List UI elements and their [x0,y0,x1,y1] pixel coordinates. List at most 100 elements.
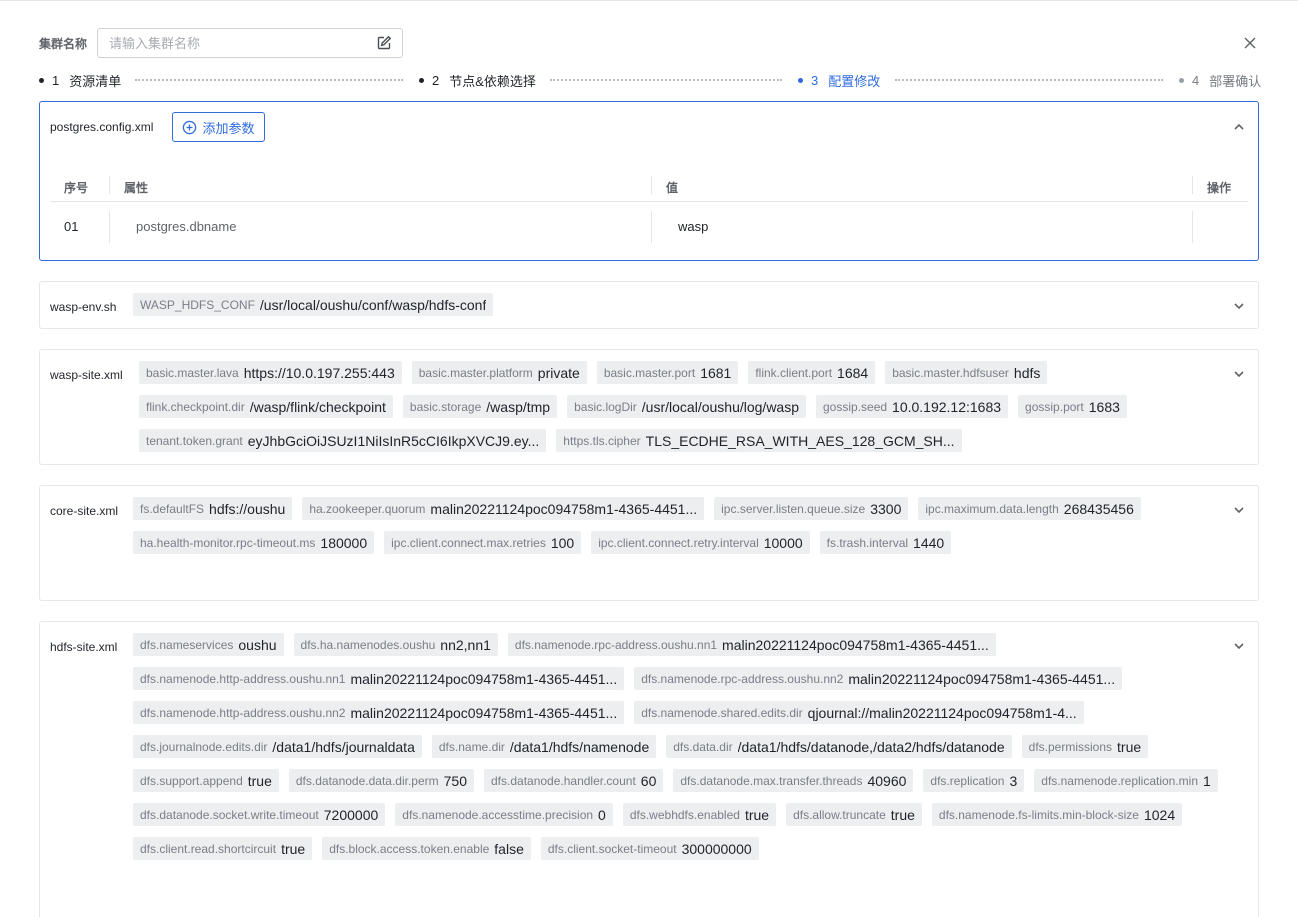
param-value: malin20221124poc094758m1-4365-4451... [350,704,618,721]
param-key: dfs.datanode.data.dir.perm [295,773,439,788]
param-value: eyJhbGciOiJSUzI1NiIsInR5cCI6IkpXVCJ9.ey.… [247,432,540,449]
param-chip[interactable]: dfs.journalnode.edits.dir/data1/hdfs/jou… [133,735,422,758]
param-chip[interactable]: dfs.ha.namenodes.oushu nn2,nn1 [293,633,498,656]
param-chip[interactable]: ha.zookeeper.quorum malin20221124poc09475… [302,497,705,520]
param-chip[interactable]: dfs.datanode.socket.write.timeout 7200000 [133,803,386,826]
param-value: 10000 [763,534,803,551]
param-chip[interactable]: flink.checkpoint.dir/wasp/flink/checkpoi… [139,395,393,418]
param-chip[interactable]: WASP_HDFS_CONF/usr/local/oushu/conf/wasp… [133,293,494,316]
cluster-name-input[interactable] [98,29,368,57]
param-chip[interactable]: dfs.support.append true [133,769,279,792]
param-value: 0 [598,806,606,823]
param-chip[interactable]: fs.trash.interval 1440 [819,531,952,554]
param-value: malin20221124poc094758m1-4365-4451... [722,636,989,653]
param-chip[interactable]: dfs.namenode.replication.min 1 [1034,769,1218,792]
panel-title: wasp-env.sh [50,300,117,314]
table-header: 序号 属性 值 操作 [50,168,1248,202]
chevron-down-icon[interactable] [1232,299,1246,313]
panel-title: hdfs-site.xml [50,640,118,654]
param-value: hdfs [1013,364,1041,381]
step-1[interactable]: 1 资源清单 [39,70,121,90]
value-cell[interactable]: wasp [678,219,708,234]
param-chip[interactable]: basic.storage/wasp/tmp [402,395,558,418]
param-chip[interactable]: ipc.server.listen.queue.size 3300 [714,497,909,520]
param-chip[interactable]: basic.master.platform private [411,361,587,384]
chevron-up-icon[interactable] [1232,120,1246,134]
param-chip[interactable]: dfs.client.read.shortcircuit true [133,837,313,860]
param-value: true [247,772,272,789]
param-chip[interactable]: basic.logDir/usr/local/oushu/log/wasp [567,395,806,418]
step-dot [798,77,803,83]
param-value: qjournal://malin20221124poc094758m1-4... [807,704,1077,721]
param-chip[interactable]: tenant.token.grant eyJhbGciOiJSUzI1NiIsIn… [139,429,547,452]
param-key: dfs.datanode.handler.count [491,773,636,788]
param-chip[interactable]: gossip.port 1683 [1018,395,1127,418]
param-chip[interactable]: dfs.namenode.http-address.oushu.nn1 malin… [133,667,625,690]
step-dot [419,77,424,83]
param-chip[interactable]: dfs.namenode.rpc-address.oushu.nn2 malin2… [634,667,1123,690]
param-chip[interactable]: dfs.datanode.handler.count 60 [484,769,664,792]
param-chip[interactable]: dfs.namenode.accesstime.precision 0 [395,803,613,826]
param-chip[interactable]: ha.health-monitor.rpc-timeout.ms 180000 [133,531,375,554]
param-chip[interactable]: basic.master.lava https://10.0.197.255:44… [139,361,402,384]
param-chip[interactable]: https.tls.cipher TLS_ECDHE_RSA_WITH_AES_1… [556,429,962,452]
edit-icon[interactable] [376,35,392,51]
column-value: 值 [666,181,679,195]
param-value: 1681 [700,364,732,381]
chevron-down-icon[interactable] [1232,503,1246,517]
param-key: dfs.replication [930,773,1005,788]
param-key: dfs.support.append [140,773,243,788]
add-parameter-button[interactable]: 添加参数 [172,112,265,142]
param-value: 3300 [870,500,902,517]
param-chip[interactable]: ipc.maximum.data.length 268435456 [918,497,1141,520]
param-chip[interactable]: ipc.client.connect.max.retries 100 [384,531,582,554]
column-divider [109,176,110,194]
property-cell[interactable]: postgres.dbname [136,219,236,234]
param-chip[interactable]: dfs.replication 3 [923,769,1025,792]
param-chip[interactable]: dfs.namenode.shared.edits.dir qjournal://… [634,701,1084,724]
param-chip[interactable]: dfs.namenode.rpc-address.oushu.nn1 malin2… [507,633,996,656]
param-value: TLS_ECDHE_RSA_WITH_AES_128_GCM_SH... [645,432,955,449]
cell-divider [109,211,110,243]
param-value: 1440 [913,534,945,551]
param-chip[interactable]: dfs.namenode.http-address.oushu.nn2 malin… [133,701,625,724]
param-chip[interactable]: flink.client.port 1684 [748,361,876,384]
param-key: tenant.token.grant [146,433,243,448]
param-chip[interactable]: basic.master.hdfsuser hdfs [885,361,1048,384]
top-divider [0,0,1298,1]
param-chip[interactable]: dfs.datanode.data.dir.perm 750 [288,769,474,792]
param-chip[interactable]: gossip.seed 10.0.192.12:1683 [816,395,1009,418]
param-chip[interactable]: dfs.webhdfs.enabled true [622,803,777,826]
panel-title: core-site.xml [50,504,119,518]
wasp-env-panel: wasp-env.sh WASP_HDFS_CONF/usr/local/ous… [39,281,1259,329]
step-3[interactable]: 3 配置修改 [798,70,880,90]
param-chip[interactable]: dfs.datanode.max.transfer.threads 40960 [673,769,914,792]
param-value: /data1/hdfs/namenode [509,738,650,755]
chevron-down-icon[interactable] [1232,367,1246,381]
param-value: /data1/hdfs/datanode,/data2/hdfs/datanod… [737,738,1005,755]
close-icon[interactable] [1243,36,1257,50]
param-chip[interactable]: dfs.allow.truncate true [786,803,922,826]
core-site-panel: core-site.xml fs.defaultFS hdfs://oushu ha… [39,485,1259,601]
param-key: ipc.client.connect.retry.interval [598,535,759,550]
param-chip[interactable]: dfs.nameservices oushu [133,633,284,656]
cell-divider [1192,211,1193,243]
param-chip[interactable]: fs.defaultFS hdfs://oushu [133,497,293,520]
step-label: 节点&依赖选择 [449,73,536,89]
param-chip[interactable]: ipc.client.connect.retry.interval 10000 [591,531,810,554]
param-value: /data1/hdfs/journaldata [272,738,415,755]
step-4[interactable]: 4 部署确认 [1179,70,1261,90]
param-key: fs.defaultFS [140,501,205,516]
param-chip[interactable]: dfs.permissions true [1021,735,1149,758]
param-chip[interactable]: dfs.block.access.token.enable false [322,837,531,860]
param-chip[interactable]: dfs.data.dir/data1/hdfs/datanode,/data2/… [666,735,1012,758]
step-label: 配置修改 [828,73,881,89]
step-2[interactable]: 2 节点&依赖选择 [419,70,536,90]
param-chip[interactable]: basic.master.port 1681 [596,361,739,384]
param-chip[interactable]: dfs.namenode.fs-limits.min-block-size 102… [931,803,1183,826]
param-chip[interactable]: dfs.client.socket-timeout 300000000 [540,837,759,860]
column-action: 操作 [1207,181,1232,195]
chevron-down-icon[interactable] [1232,639,1246,653]
cluster-name-field[interactable] [97,28,403,58]
param-chip[interactable]: dfs.name.dir/data1/hdfs/namenode [431,735,657,758]
